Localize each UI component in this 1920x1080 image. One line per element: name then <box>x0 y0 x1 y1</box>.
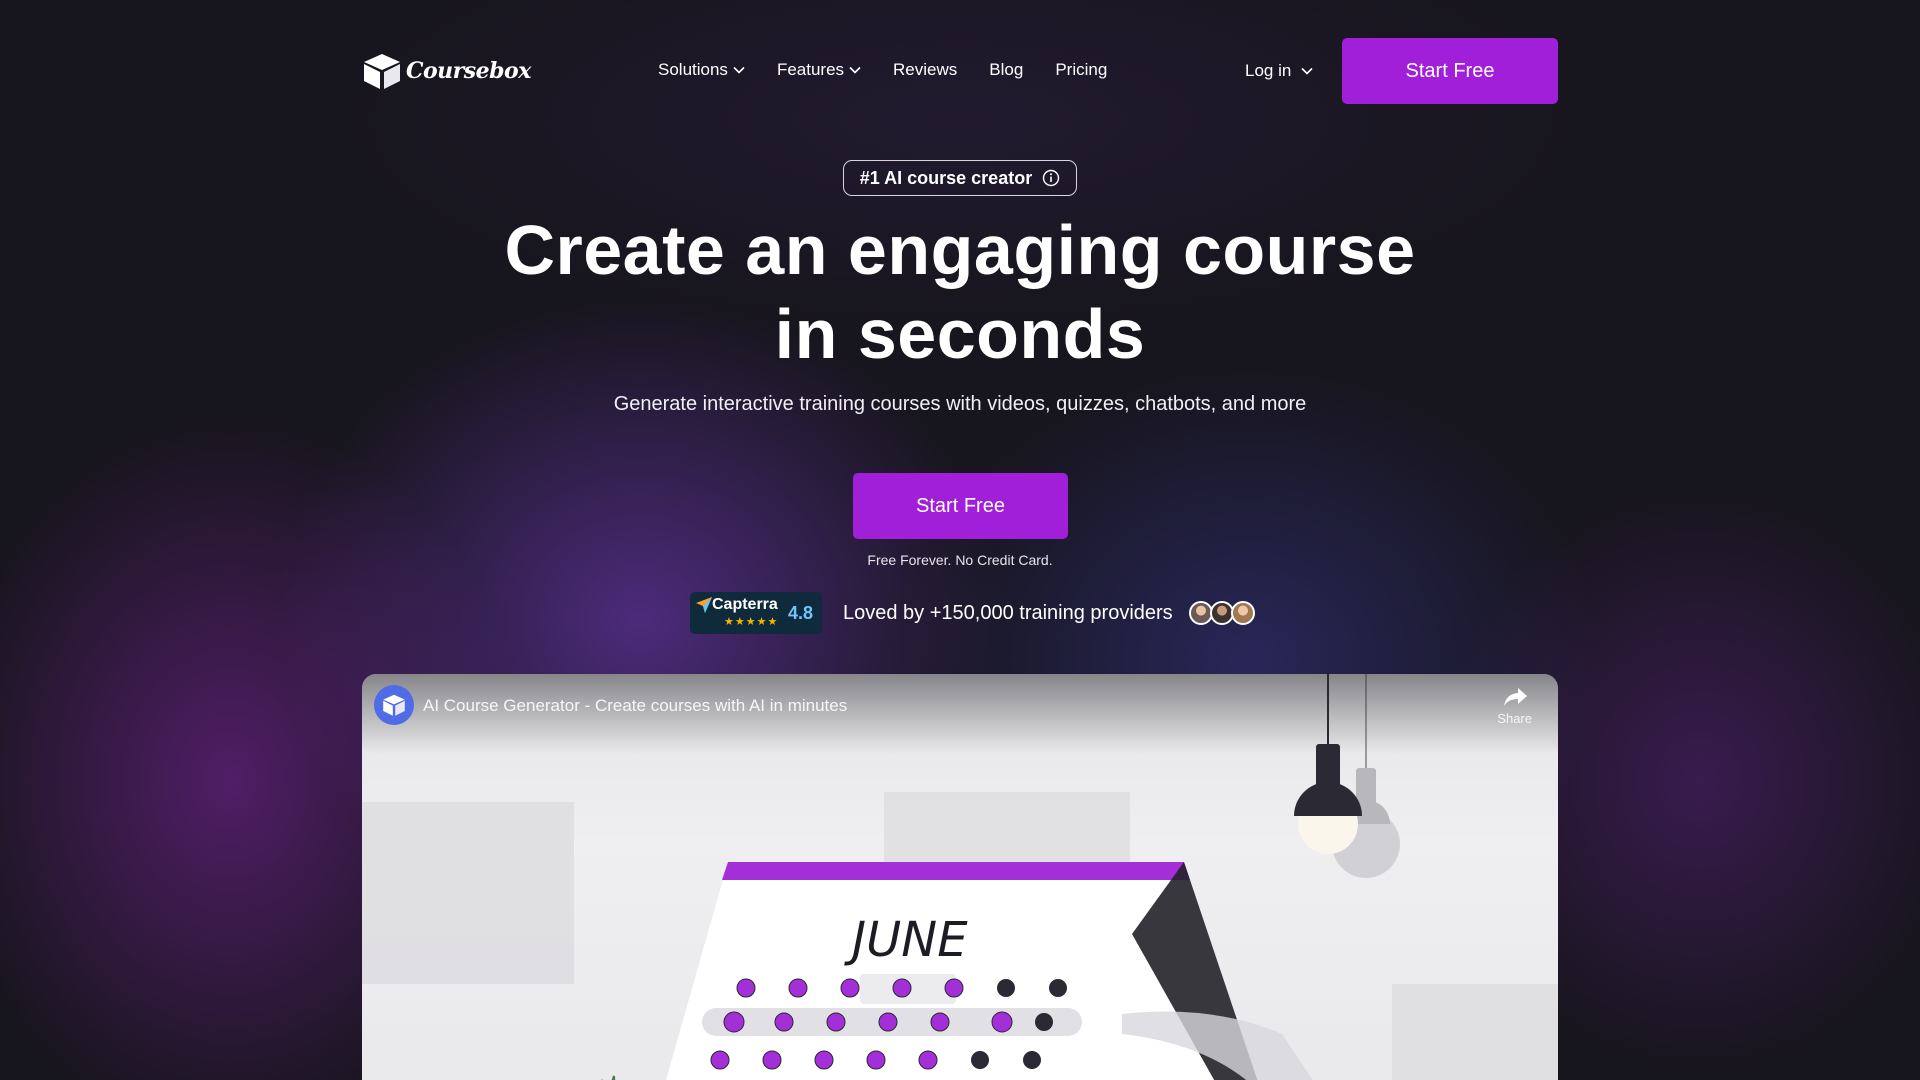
chevron-down-icon <box>849 66 861 74</box>
nav-item-label: Solutions <box>658 60 728 79</box>
box-logo-icon <box>383 694 405 716</box>
video-title[interactable]: AI Course Generator - Create courses wit… <box>423 696 847 716</box>
capterra-stars: ★★★★★ <box>724 616 779 628</box>
hero-start-free-button[interactable]: Start Free <box>853 473 1068 539</box>
chevron-down-icon <box>1301 67 1313 75</box>
chevron-down-icon <box>733 66 745 74</box>
share-button[interactable]: Share <box>1497 686 1532 726</box>
nav-item-reviews[interactable]: Reviews <box>893 60 957 80</box>
hero-badge: #1 AI course creator <box>843 160 1077 196</box>
channel-avatar[interactable] <box>374 685 414 725</box>
hero-headline: Create an engaging course in seconds <box>460 208 1460 376</box>
headline-line-2: in seconds <box>774 295 1146 373</box>
avatar-group <box>1188 601 1255 625</box>
capterra-label: Capterra <box>712 596 778 613</box>
social-proof-text: Loved by +150,000 training providers <box>843 601 1173 624</box>
capterra-rating: 4.8 <box>788 603 814 623</box>
hero-subheadline: Generate interactive training courses wi… <box>613 393 1307 415</box>
share-label: Share <box>1497 711 1532 726</box>
nav-start-free-button[interactable]: Start Free <box>1342 38 1558 104</box>
main-menu: Solutions Features Reviews Blog Pricing <box>658 60 1107 80</box>
login-label: Log in <box>1245 61 1292 80</box>
login-dropdown[interactable]: Log in <box>1245 61 1313 81</box>
nav-item-label: Blog <box>989 60 1024 79</box>
avatar <box>1230 601 1255 625</box>
nav-item-pricing[interactable]: Pricing <box>1055 60 1107 80</box>
box-logo-icon <box>364 54 400 89</box>
brand-logo[interactable]: Coursebox <box>362 52 531 90</box>
free-forever-note: Free Forever. No Credit Card. <box>867 552 1053 568</box>
nav-item-features[interactable]: Features <box>777 60 861 80</box>
nav-item-solutions[interactable]: Solutions <box>658 60 745 80</box>
top-nav: Coursebox Solutions Features Reviews Blo… <box>362 38 1558 104</box>
calendar-month-label: JUNE <box>844 912 968 968</box>
capterra-flag-icon <box>696 597 712 613</box>
brand-name: Coursebox <box>406 58 531 84</box>
badge-label: #1 AI course creator <box>859 167 1033 188</box>
headline-line-1: Create an engaging course <box>504 211 1416 289</box>
capterra-badge[interactable]: Capterra ★★★★★ 4.8 <box>690 592 822 634</box>
video-player[interactable]: JUNE AI Course Generator - Create course… <box>362 674 1558 1080</box>
info-icon[interactable] <box>1042 169 1060 187</box>
share-icon <box>1503 688 1527 706</box>
nav-item-label: Features <box>776 60 845 79</box>
nav-item-label: Reviews <box>893 60 958 79</box>
social-proof: Capterra ★★★★★ 4.8 Loved by +150,000 tra… <box>690 592 1255 634</box>
nav-item-label: Pricing <box>1055 60 1108 79</box>
nav-item-blog[interactable]: Blog <box>989 60 1023 80</box>
